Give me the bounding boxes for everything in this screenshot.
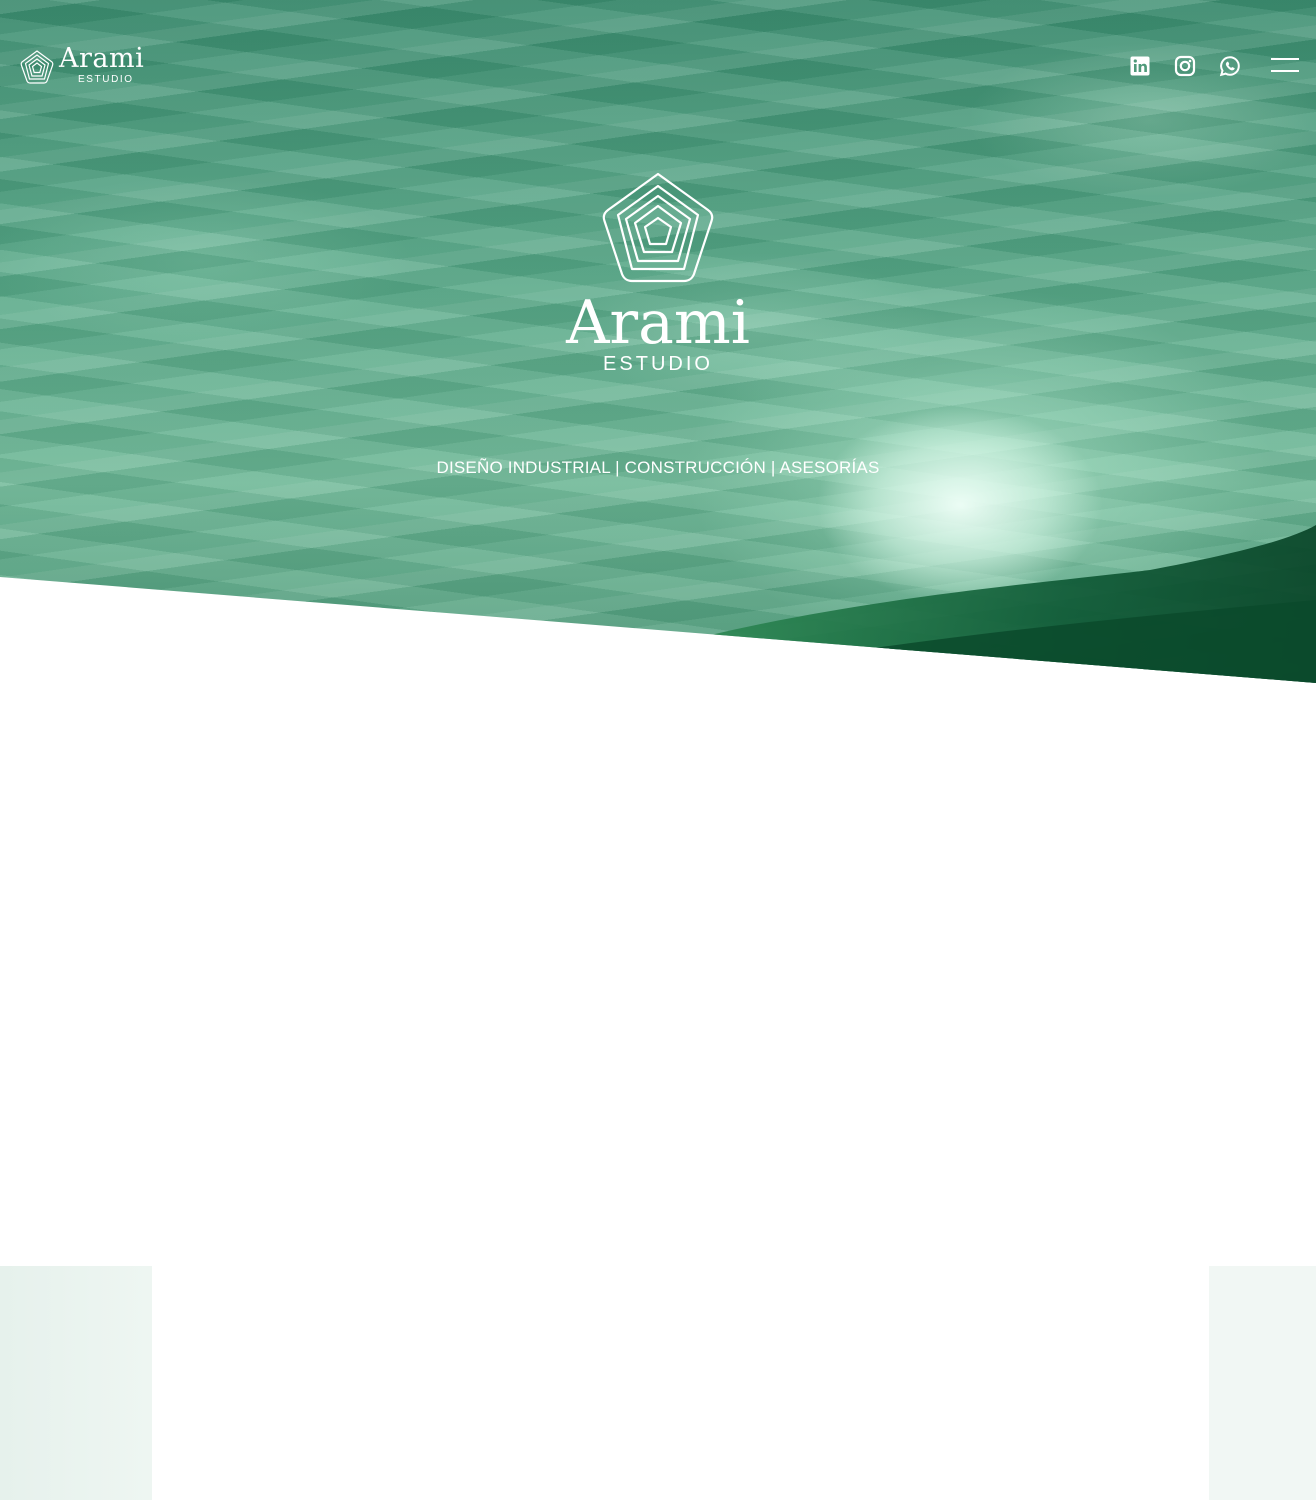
header-logo[interactable]: Arami ESTUDIO: [20, 43, 150, 88]
right-decor-panel: [1209, 1266, 1316, 1500]
pentagon-logo-icon: [20, 50, 54, 84]
left-decor-panel: [0, 1266, 152, 1500]
header-logo-sub: ESTUDIO: [78, 74, 134, 85]
pentagon-emblem-icon: [602, 172, 714, 283]
hero-tagline: DISEÑO INDUSTRIAL | CONSTRUCCIÓN | ASESO…: [436, 458, 880, 477]
hero-logo-word: Arami: [566, 288, 750, 358]
linkedin-icon[interactable]: [1129, 55, 1151, 77]
header-logo-word: Arami: [59, 43, 145, 74]
hero-logo-sub: ESTUDIO: [603, 353, 713, 375]
hamburger-menu-icon[interactable]: [1271, 58, 1299, 76]
instagram-icon[interactable]: [1174, 55, 1196, 77]
hero-logo: Arami ESTUDIO: [558, 170, 758, 380]
hero-section: Arami ESTUDIO Arami ESTUDIO DISEÑO INDUS…: [0, 0, 1316, 683]
whatsapp-icon[interactable]: [1219, 55, 1241, 77]
